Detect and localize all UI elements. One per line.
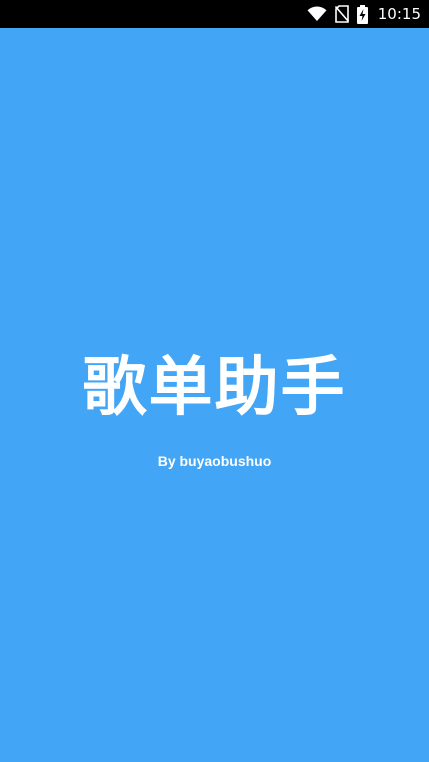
app-author: By buyaobushuo <box>157 453 272 469</box>
battery-charging-icon <box>356 4 368 24</box>
status-bar: 10:15 <box>0 0 429 28</box>
status-icons: 10:15 <box>307 0 421 28</box>
app-title: 歌单助手 <box>82 351 347 425</box>
splash-screen: 歌单助手 By buyaobushuo <box>0 28 429 762</box>
wifi-icon <box>307 6 327 22</box>
no-sim-icon <box>334 5 349 23</box>
status-time: 10:15 <box>377 5 421 23</box>
